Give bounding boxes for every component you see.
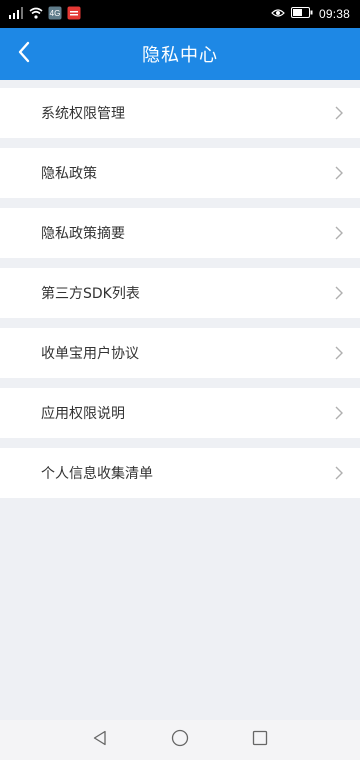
menu-item-third-party-sdk[interactable]: 第三方SDK列表 bbox=[0, 268, 360, 318]
menu-item-label: 收单宝用户协议 bbox=[41, 346, 139, 362]
eye-comfort-icon bbox=[271, 7, 285, 21]
menu-item-label: 第三方SDK列表 bbox=[41, 286, 140, 302]
chevron-right-icon bbox=[332, 346, 346, 360]
back-triangle-icon bbox=[92, 730, 108, 750]
menu-item-user-agreement[interactable]: 收单宝用户协议 bbox=[0, 328, 360, 378]
status-time: 09:38 bbox=[318, 7, 350, 21]
chevron-right-icon bbox=[332, 106, 346, 120]
nav-back-button[interactable] bbox=[60, 720, 140, 760]
menu-item-label: 个人信息收集清单 bbox=[41, 466, 153, 482]
menu-item-label: 应用权限说明 bbox=[41, 406, 125, 422]
chevron-right-icon bbox=[332, 286, 346, 300]
status-bar: 4G 09:38 bbox=[0, 0, 360, 28]
battery-icon bbox=[290, 7, 313, 21]
menu-item-system-permissions[interactable]: 系统权限管理 bbox=[0, 88, 360, 138]
chevron-right-icon bbox=[332, 466, 346, 480]
chevron-right-icon bbox=[332, 406, 346, 420]
menu-item-label: 系统权限管理 bbox=[41, 106, 125, 122]
recents-square-icon bbox=[252, 730, 268, 750]
nav-recents-button[interactable] bbox=[220, 720, 300, 760]
wifi-icon bbox=[29, 7, 43, 22]
home-circle-icon bbox=[171, 729, 189, 751]
menu-item-personal-info-list[interactable]: 个人信息收集清单 bbox=[0, 448, 360, 498]
menu-item-label: 隐私政策 bbox=[41, 166, 97, 182]
chevron-right-icon bbox=[332, 166, 346, 180]
signal-icon bbox=[8, 6, 24, 22]
menu-item-label: 隐私政策摘要 bbox=[41, 226, 125, 242]
privacy-menu-list: 系统权限管理 隐私政策 隐私政策摘要 第三方SDK列表 收单宝用户协议 应用权限… bbox=[0, 88, 360, 508]
menu-item-privacy-policy[interactable]: 隐私政策 bbox=[0, 148, 360, 198]
chevron-right-icon bbox=[332, 226, 346, 240]
app-bar: 隐私中心 bbox=[0, 28, 360, 80]
app-notification-icon bbox=[67, 6, 81, 23]
page-title: 隐私中心 bbox=[142, 45, 218, 66]
menu-item-app-permissions[interactable]: 应用权限说明 bbox=[0, 388, 360, 438]
carrier-badge: 4G bbox=[50, 9, 61, 18]
back-arrow-icon bbox=[17, 41, 31, 67]
status-right: 09:38 bbox=[271, 7, 350, 21]
menu-item-privacy-summary[interactable]: 隐私政策摘要 bbox=[0, 208, 360, 258]
system-nav-bar bbox=[0, 720, 360, 760]
status-left: 4G bbox=[8, 6, 81, 23]
nav-home-button[interactable] bbox=[140, 720, 220, 760]
back-button[interactable] bbox=[4, 34, 44, 74]
nfc-icon: 4G bbox=[48, 6, 62, 23]
